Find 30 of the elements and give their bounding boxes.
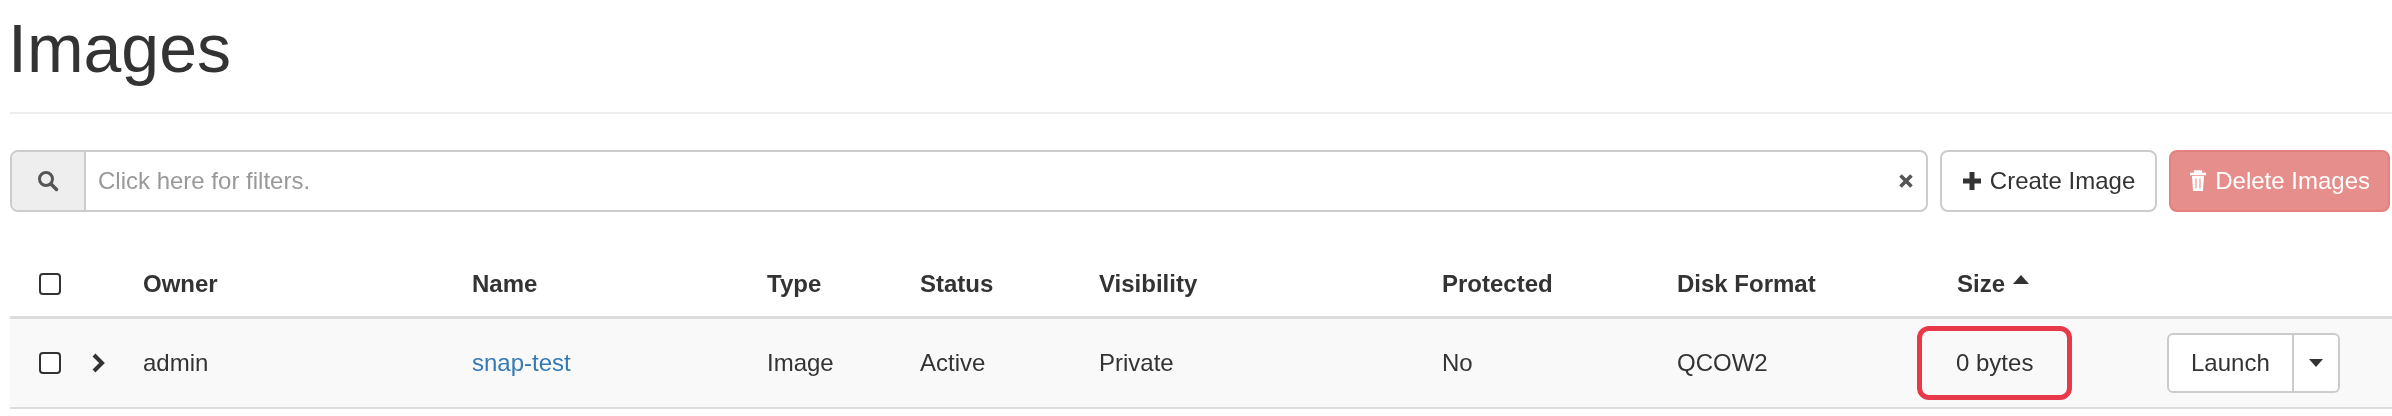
dropdown-toggle[interactable] (2293, 333, 2340, 393)
caret-icon (2308, 359, 2323, 367)
table-cell: Active (920, 349, 986, 377)
column-header[interactable]: Status (920, 270, 994, 298)
create-image-button[interactable]: Create Image (1939, 150, 2158, 212)
column-header[interactable]: Name (472, 270, 538, 298)
column-header[interactable]: Size (1957, 270, 2006, 298)
table-cell: Image (767, 349, 834, 377)
column-header[interactable]: Disk Format (1677, 270, 1816, 298)
table-cell: No (1442, 349, 1473, 377)
launch-button[interactable]: Launch (2167, 333, 2294, 393)
column-header[interactable]: Type (767, 270, 822, 298)
sort-caret-icon[interactable] (2013, 274, 2030, 284)
highlighted-cell: 0 bytes (1917, 326, 2073, 400)
page-title: Images (7, 9, 231, 88)
column-header[interactable]: Protected (1442, 270, 1553, 298)
table-cell: admin (143, 349, 209, 377)
trash-icon (2189, 170, 2208, 192)
name-link[interactable]: snap-test (472, 349, 571, 377)
column-header[interactable]: Owner (143, 270, 218, 298)
column-header[interactable]: Visibility (1099, 270, 1198, 298)
row-checkbox[interactable] (39, 352, 61, 374)
chevron-icon[interactable] (90, 353, 106, 373)
table-cell: QCOW2 (1677, 349, 1768, 377)
table-cell: Private (1099, 349, 1174, 377)
clear-icon[interactable] (1897, 173, 1914, 189)
search-icon (37, 170, 59, 192)
select-all-checkbox[interactable] (39, 273, 61, 295)
search-addon[interactable] (12, 152, 86, 210)
plus-icon (1961, 171, 1982, 191)
